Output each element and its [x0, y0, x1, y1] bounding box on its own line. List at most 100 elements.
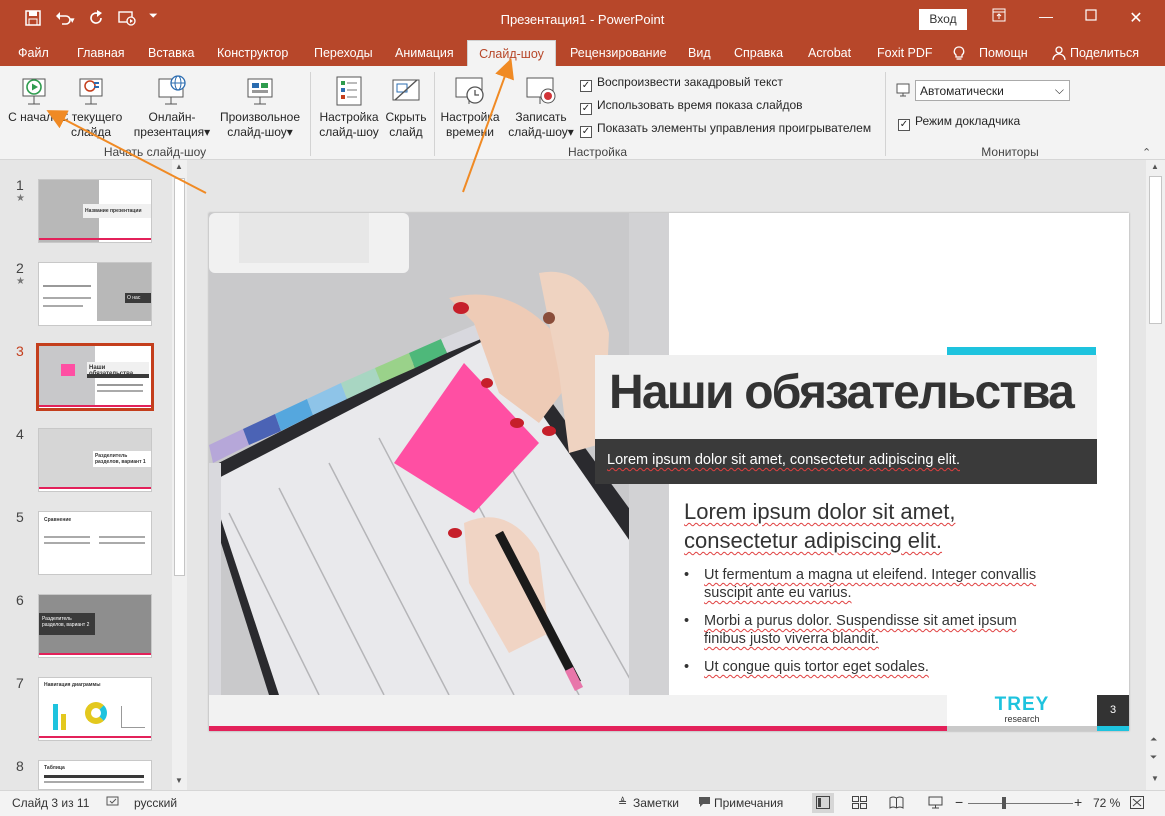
bullet-item[interactable]: Ut congue quis tortor eget sodales. — [684, 658, 1094, 676]
thumb-number: 6 — [16, 592, 24, 608]
normal-view-icon[interactable] — [812, 793, 834, 813]
zoom-level[interactable]: 72 % — [1093, 796, 1120, 810]
canvas-scrollbar[interactable]: ▲ ⏶ ⏷ ▼ — [1146, 160, 1165, 790]
bullet-item[interactable]: Ut fermentum a magna ut eleifend. Intege… — [684, 566, 1094, 602]
tab-transitions[interactable]: Переходы — [314, 46, 373, 60]
thumb-caption: Название презентации — [83, 204, 151, 218]
slide-canvas[interactable]: Наши обязательства Lorem ipsum dolor sit… — [209, 213, 1129, 731]
thumb-caption: Таблица — [44, 765, 65, 771]
hide-slide-icon — [392, 79, 420, 101]
tab-home[interactable]: Главная — [77, 46, 125, 60]
comments-button[interactable]: Примечания — [714, 796, 783, 810]
scroll-up-icon[interactable]: ▲ — [1151, 162, 1159, 171]
zoom-slider-thumb[interactable] — [1002, 797, 1006, 809]
tab-acrobat[interactable]: Acrobat — [808, 46, 851, 60]
narrations-checkbox[interactable]: ✓ Воспроизвести закадровый текст — [580, 75, 783, 92]
logo-subword: research — [1004, 714, 1040, 724]
next-slide-icon[interactable]: ⏷ — [1150, 752, 1157, 763]
collapse-ribbon-icon[interactable]: ⌃ — [1142, 146, 1151, 159]
thumbnail-slide-1[interactable]: Название презентации — [38, 179, 152, 243]
spellcheck-icon[interactable] — [106, 796, 120, 811]
zoom-out-icon[interactable]: − — [955, 794, 963, 810]
tab-animations[interactable]: Анимация — [395, 46, 454, 60]
custom-slideshow-label: Произвольное слайд-шоу — [219, 110, 301, 139]
tab-view[interactable]: Вид — [688, 46, 711, 60]
trey-research-logo: TREY research — [947, 695, 1097, 726]
tab-file[interactable]: Файл — [18, 46, 49, 60]
setup-slideshow-button[interactable]: Настройка слайд-шоу — [316, 74, 382, 140]
use-timings-checkbox[interactable]: ✓ Использовать время показа слайдов — [580, 98, 803, 115]
rehearse-timings-label: Настройка времени — [440, 110, 500, 139]
from-current-button[interactable]: С текущего слайда — [56, 74, 126, 140]
record-icon — [526, 77, 556, 104]
minimize-icon[interactable]: — — [1035, 8, 1057, 24]
thumbnail-slide-8[interactable]: Таблица — [38, 760, 152, 790]
prev-slide-icon[interactable]: ⏶ — [1150, 734, 1157, 745]
tab-design[interactable]: Конструктор — [217, 46, 288, 60]
language-indicator[interactable]: русский — [134, 796, 177, 810]
from-start-button[interactable]: С начала — [8, 74, 60, 125]
thumbnail-slide-7[interactable]: Навигация диаграммы — [38, 677, 152, 741]
custom-slideshow-button[interactable]: Произвольное слайд-шоу▾ — [216, 74, 304, 140]
fit-slide-icon[interactable] — [1130, 796, 1144, 812]
tab-slideshow[interactable]: Слайд-шоу — [467, 40, 556, 67]
heading-line-1: Lorem ipsum dolor sit amet, — [684, 499, 956, 524]
setup-slideshow-label: Настройка слайд-шоу — [319, 110, 379, 139]
zoom-in-icon[interactable]: + — [1074, 794, 1082, 810]
tab-help[interactable]: Справка — [734, 46, 783, 60]
slide-sorter-icon[interactable] — [852, 796, 867, 812]
scroll-thumb[interactable] — [174, 178, 185, 576]
notes-button[interactable]: Заметки — [633, 796, 679, 810]
thumbnail-slide-3[interactable]: Наши обязательства — [36, 343, 154, 411]
thumbnail-slide-2[interactable]: О нас — [38, 262, 152, 326]
thumbnail-slide-5[interactable]: Сравнение — [38, 511, 152, 575]
bullet-line: Ut congue quis tortor eget sodales. — [704, 659, 929, 675]
checkmark-icon: ✓ — [580, 126, 592, 138]
tab-tell-me[interactable]: Помощн — [979, 46, 1028, 60]
ribbon-display-icon[interactable] — [988, 8, 1010, 25]
thumbnail-slide-6[interactable]: Разделитель разделов, вариант 2 — [38, 594, 152, 658]
online-presentation-button[interactable]: Онлайн-презентация▾ — [132, 74, 212, 140]
maximize-icon[interactable] — [1080, 8, 1102, 24]
tab-insert[interactable]: Вставка — [148, 46, 194, 60]
thumb-number: 8 — [16, 758, 24, 774]
hide-slide-button[interactable]: Скрыть слайд — [382, 74, 430, 140]
tab-foxit[interactable]: Foxit PDF — [877, 46, 933, 60]
login-button[interactable]: Вход — [919, 9, 967, 30]
slideshow-view-icon[interactable] — [928, 796, 943, 812]
presenter-view-checkbox[interactable]: ✓ Режим докладчика — [898, 114, 1020, 131]
status-bar: Слайд 3 из 11 русский ≜ Заметки Примечан… — [0, 790, 1165, 816]
chevron-down-icon: ⌵ — [1054, 83, 1064, 97]
lightbulb-icon[interactable] — [953, 46, 965, 64]
thumb-number: 2 — [16, 260, 24, 276]
close-icon[interactable]: ✕ — [1125, 8, 1147, 28]
comments-icon[interactable] — [698, 796, 711, 811]
tab-review[interactable]: Рецензирование — [570, 46, 667, 60]
zoom-slider-track[interactable] — [968, 803, 1073, 804]
slide-heading[interactable]: Lorem ipsum dolor sit amet, consectetur a… — [684, 497, 1084, 555]
scroll-down-icon[interactable]: ▼ — [1151, 774, 1159, 783]
scroll-down-icon[interactable]: ▼ — [175, 776, 183, 785]
thumbnails-scrollbar[interactable]: ▲ ▼ — [172, 160, 187, 790]
online-presentation-label: Онлайн-презентация — [133, 110, 205, 139]
notes-icon[interactable]: ≜ — [618, 796, 627, 809]
share-button[interactable]: Поделиться — [1070, 46, 1139, 60]
monitor-select-value: Автоматически — [920, 84, 1004, 98]
slide-subtitle[interactable]: Lorem ipsum dolor sit amet, consectetur … — [595, 439, 1097, 484]
scroll-up-icon[interactable]: ▲ — [175, 162, 183, 171]
thumbnail-slide-4[interactable]: Разделитель разделов, вариант 1 — [38, 428, 152, 492]
rehearse-timings-icon — [455, 77, 484, 104]
monitor-select[interactable]: Автоматически ⌵ — [915, 80, 1070, 101]
thumb-number: 5 — [16, 509, 24, 525]
thumb-caption: О нас — [125, 293, 151, 303]
reading-view-icon[interactable] — [889, 796, 904, 812]
bullet-item[interactable]: Morbi a purus dolor. Suspendisse sit ame… — [684, 612, 1094, 648]
globe-screen-icon — [158, 75, 186, 105]
slide-title[interactable]: Наши обязательства — [595, 355, 1097, 439]
record-slideshow-button[interactable]: Записать слайд-шоу▾ — [505, 74, 577, 140]
footer-cyan-stripe — [1097, 726, 1129, 731]
scroll-thumb[interactable] — [1149, 176, 1162, 324]
media-controls-checkbox[interactable]: ✓ Показать элементы управления проигрыват… — [580, 121, 871, 138]
share-icon[interactable] — [1052, 46, 1066, 63]
rehearse-timings-button[interactable]: Настройка времени — [438, 74, 502, 140]
